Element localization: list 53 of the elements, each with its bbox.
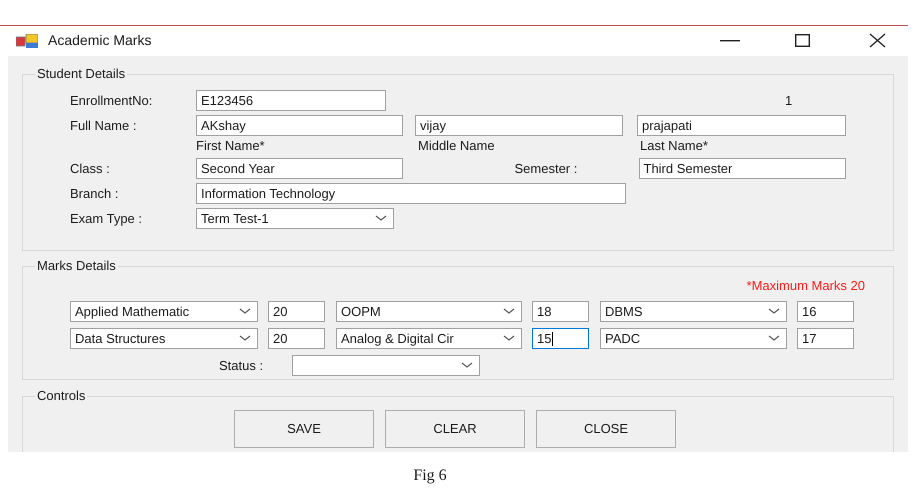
close-icon[interactable] — [869, 33, 886, 48]
dropdown[interactable]: DBMS — [600, 301, 787, 322]
field-label: First Name* — [196, 137, 266, 155]
chevron-down-icon — [239, 335, 251, 342]
app-icon — [16, 34, 38, 48]
action-button[interactable]: CLEAR — [385, 410, 525, 448]
action-button[interactable]: SAVE — [234, 410, 374, 448]
dropdown[interactable]: Analog & Digital Cir — [336, 328, 522, 350]
dropdown[interactable]: PADC — [600, 328, 787, 350]
maximize-icon[interactable] — [795, 34, 810, 48]
text-field[interactable]: Information Technology — [196, 182, 626, 204]
group-title: Controls — [36, 387, 86, 406]
dropdown[interactable]: OOPM — [336, 301, 522, 322]
record-number: 1 — [785, 92, 792, 110]
text-field[interactable]: 16 — [797, 301, 854, 322]
action-button[interactable]: CLOSE — [536, 410, 676, 448]
text-field[interactable]: 18 — [532, 301, 589, 322]
dropdown[interactable]: Data Structures — [70, 328, 258, 350]
chevron-down-icon — [461, 362, 473, 370]
group-title: Student Details — [36, 65, 126, 84]
field-label: EnrollmentNo: — [70, 92, 154, 110]
field-label: Last Name* — [640, 137, 708, 155]
chevron-down-icon — [375, 214, 387, 222]
chevron-down-icon — [503, 335, 515, 342]
text-field[interactable]: AKshay — [196, 114, 403, 136]
chevron-down-icon — [768, 335, 780, 342]
figure-caption: Fig 6 — [413, 466, 447, 486]
text-field[interactable]: 15 — [532, 328, 589, 350]
field-label: Full Name : — [70, 116, 138, 134]
chevron-down-icon — [768, 308, 780, 316]
text-field[interactable]: 20 — [268, 328, 325, 350]
dropdown[interactable]: Term Test-1 — [196, 208, 394, 229]
text-field[interactable]: vijay — [415, 114, 623, 136]
maximum-marks-note: *Maximum Marks 20 — [746, 276, 865, 295]
field-label: Class : — [70, 160, 111, 178]
field-label: Exam Type : — [70, 210, 144, 228]
text-field[interactable]: Second Year — [196, 158, 402, 179]
window-title: Academic Marks — [48, 31, 152, 50]
dropdown[interactable]: Applied Mathematic — [70, 301, 258, 322]
text-field[interactable]: 17 — [797, 328, 854, 350]
field-label: Branch : — [70, 184, 120, 202]
group-title: Marks Details — [36, 257, 117, 276]
chevron-down-icon — [239, 308, 251, 316]
chevron-down-icon — [503, 308, 515, 316]
field-label: Middle Name — [418, 137, 496, 155]
field-label: Status : — [219, 357, 264, 375]
text-field[interactable]: Third Semester — [638, 158, 846, 179]
status-dropdown[interactable] — [292, 355, 480, 376]
text-field[interactable]: prajapati — [637, 114, 846, 136]
minimize-icon[interactable] — [720, 40, 740, 42]
text-field[interactable]: 20 — [268, 301, 325, 322]
text-field[interactable]: E123456 — [196, 90, 386, 111]
field-label: Semester : — [514, 160, 578, 178]
